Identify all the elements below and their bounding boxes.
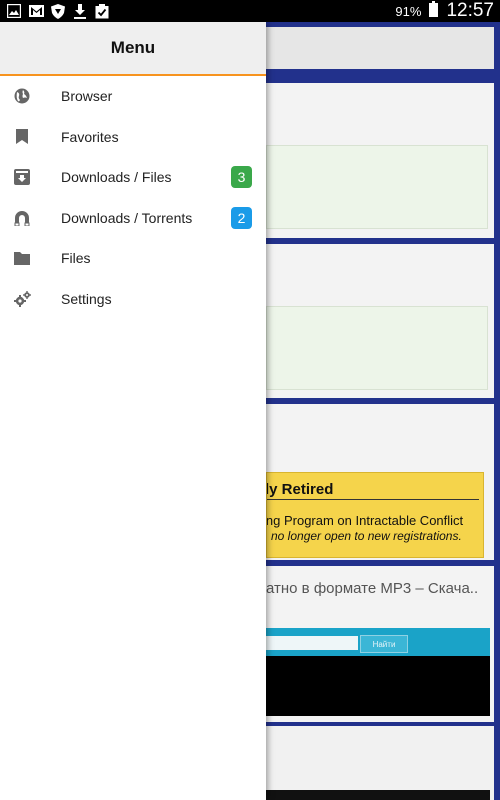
menu-label: Downloads / Files	[61, 169, 172, 186]
menu-item-favorites[interactable]: Favorites	[0, 117, 266, 158]
download-icon	[72, 3, 88, 19]
menu-label: Browser	[61, 88, 113, 105]
battery-percent: 91%	[395, 3, 422, 19]
background-card	[266, 83, 494, 238]
clipboard-check-icon	[94, 3, 110, 19]
background-card	[266, 244, 494, 398]
background-address-bar	[266, 27, 494, 69]
retired-text: ing Program on Intractable Conflict	[266, 513, 464, 528]
background-card-inner	[266, 306, 488, 390]
retired-subtext: no longer open to new registrations.	[271, 529, 462, 543]
bookmark-icon	[13, 128, 31, 146]
menu-label: Downloads / Torrents	[61, 209, 193, 226]
menu-item-settings[interactable]: Settings	[0, 279, 266, 320]
retired-title: ly Retired	[266, 481, 334, 498]
background-result-title: атно в формате MP3 – Скача..	[266, 580, 479, 597]
drawer-menu: Browser Favorites Downloads / Files 3 Do…	[0, 76, 266, 319]
drawer-header: Menu	[0, 22, 266, 76]
drawer-title: Menu	[110, 38, 156, 57]
menu-label: Settings	[61, 290, 112, 307]
gallery-icon	[6, 3, 22, 19]
download-box-icon	[13, 168, 31, 186]
menu-item-downloads-torrents[interactable]: Downloads / Torrents 2	[0, 198, 266, 239]
gears-icon	[13, 290, 31, 308]
background-site-searchbar: Найти	[266, 628, 490, 656]
menu-label: Files	[61, 250, 91, 267]
globe-icon	[13, 87, 31, 105]
background-site-search-input	[266, 636, 358, 650]
menu-label: Favorites	[61, 128, 119, 145]
background-site-preview: Найти	[266, 628, 490, 716]
retired-notice: ly Retired ing Program on Intractable Co…	[266, 472, 484, 558]
background-site-search-button: Найти	[360, 635, 408, 653]
gmail-icon	[28, 3, 44, 19]
menu-item-files[interactable]: Files	[0, 238, 266, 279]
notification-icons	[6, 3, 110, 19]
navigation-drawer: Menu Browser Favorites Downloads / Files…	[0, 22, 266, 800]
background-card	[266, 726, 494, 800]
magnet-icon	[13, 209, 31, 227]
clock: 12:57	[446, 0, 494, 21]
background-card-inner	[266, 145, 488, 229]
status-bar: 91% 12:57	[0, 0, 500, 22]
background-dark-strip	[266, 790, 490, 800]
downloads-files-badge: 3	[231, 166, 252, 189]
downloads-torrents-badge: 2	[231, 206, 252, 229]
shield-icon	[50, 3, 66, 19]
retired-divider	[267, 499, 479, 500]
battery-icon	[429, 0, 439, 22]
menu-item-downloads-files[interactable]: Downloads / Files 3	[0, 157, 266, 198]
folder-icon	[13, 249, 31, 267]
menu-item-browser[interactable]: Browser	[0, 76, 266, 117]
